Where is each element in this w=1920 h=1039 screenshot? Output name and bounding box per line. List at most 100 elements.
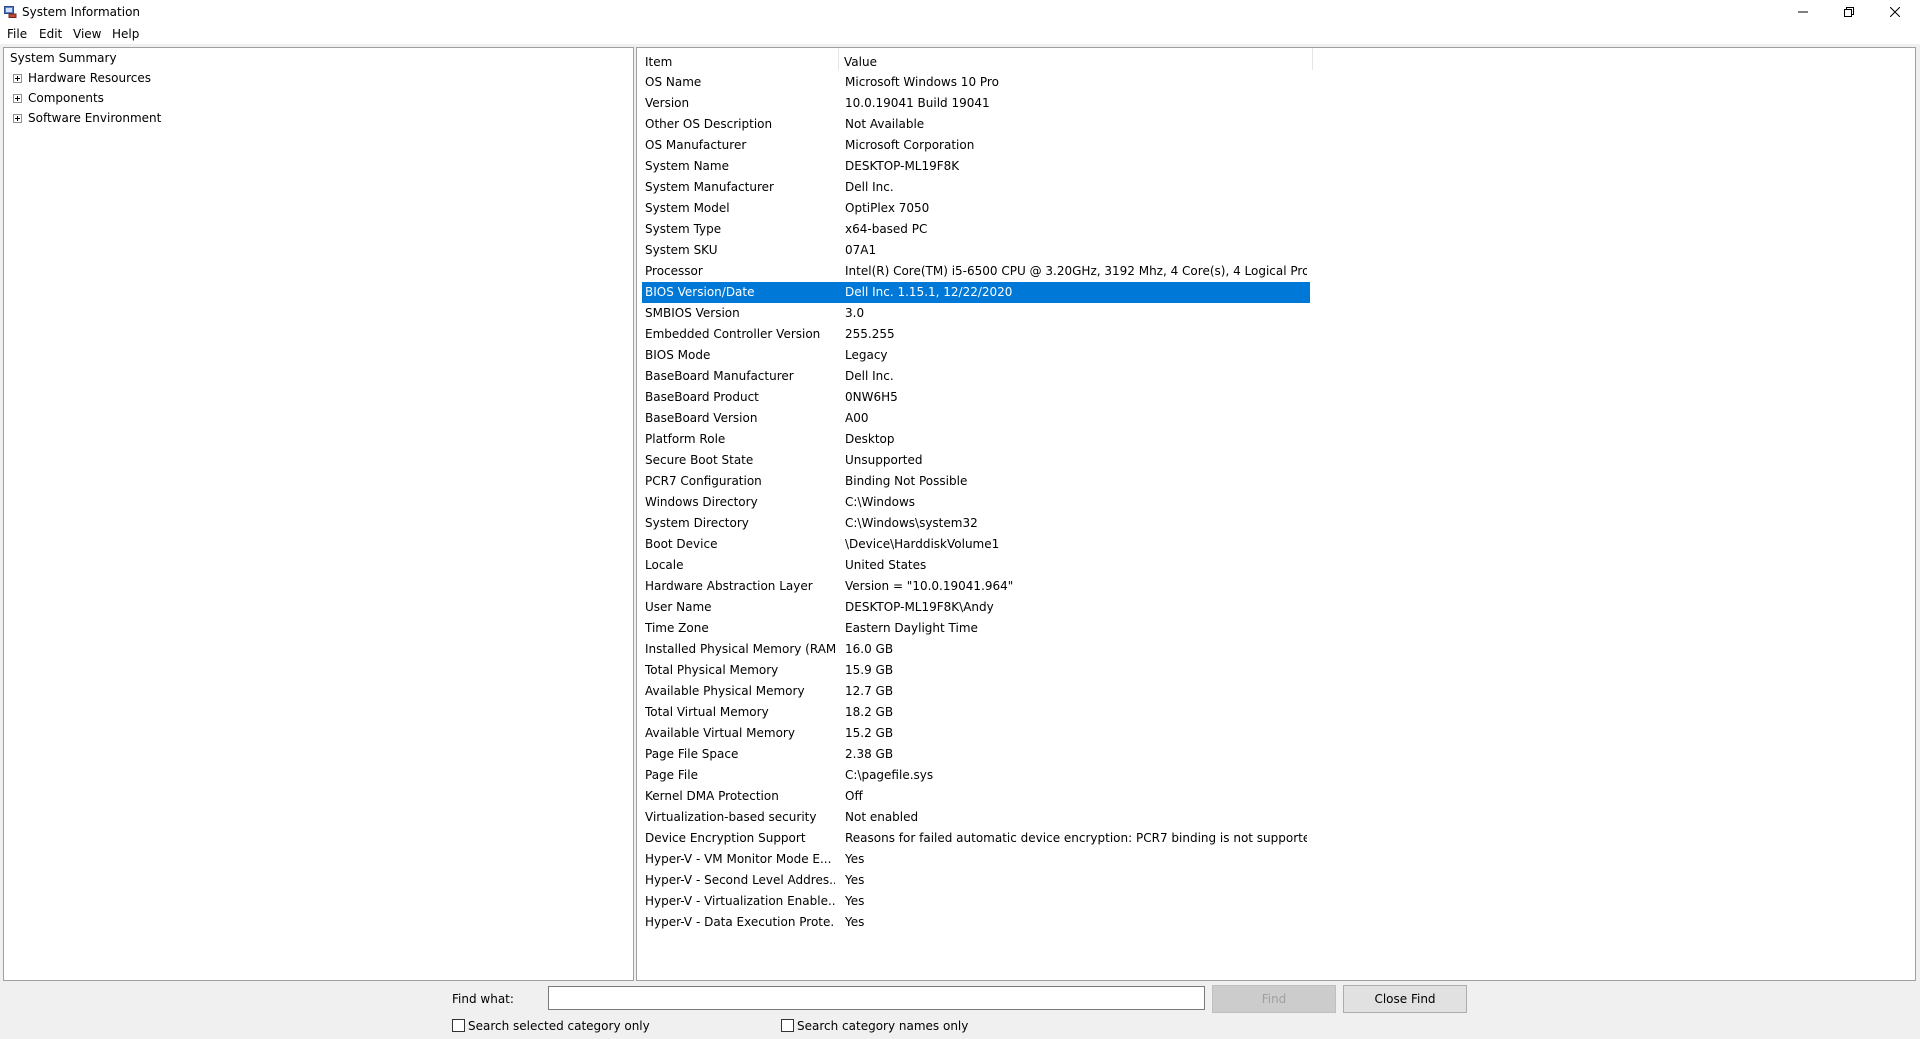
table-row[interactable]: Total Virtual Memory 18.2 GB <box>642 702 1310 723</box>
search-selected-category-checkbox[interactable] <box>452 1019 465 1032</box>
table-row[interactable]: Platform Role Desktop <box>642 429 1310 450</box>
table-row[interactable]: Kernel DMA Protection Off <box>642 786 1310 807</box>
menu-help[interactable]: Help <box>112 27 139 41</box>
close-find-button[interactable]: Close Find <box>1343 985 1467 1013</box>
column-divider[interactable] <box>838 48 839 70</box>
category-tree[interactable]: System Summary Hardware Resources Compon… <box>3 47 634 981</box>
table-row[interactable]: Hardware Abstraction Layer Version = "10.… <box>642 576 1310 597</box>
table-row[interactable]: Time Zone Eastern Daylight Time <box>642 618 1310 639</box>
table-row[interactable]: SMBIOS Version 3.0 <box>642 303 1310 324</box>
menu-bar: File Edit View Help <box>0 24 1920 44</box>
table-row[interactable]: BaseBoard Version A00 <box>642 408 1310 429</box>
expand-icon[interactable] <box>13 74 22 83</box>
table-row[interactable]: System SKU 07A1 <box>642 240 1310 261</box>
table-row[interactable]: Available Physical Memory 12.7 GB <box>642 681 1310 702</box>
table-row[interactable]: Boot Device \Device\HarddiskVolume1 <box>642 534 1310 555</box>
table-row[interactable]: BIOS Mode Legacy <box>642 345 1310 366</box>
table-row[interactable]: System Model OptiPlex 7050 <box>642 198 1310 219</box>
find-what-input[interactable] <box>548 986 1205 1010</box>
value-cell: 16.0 GB <box>845 642 894 656</box>
table-row[interactable]: User Name DESKTOP-ML19F8K\Andy <box>642 597 1310 618</box>
restore-icon <box>1844 7 1854 17</box>
item-cell: Windows Directory <box>645 495 758 509</box>
table-row[interactable]: Page File Space 2.38 GB <box>642 744 1310 765</box>
table-row[interactable]: Hyper-V - VM Monitor Mode E... Yes <box>642 849 1310 870</box>
table-row[interactable]: System Name DESKTOP-ML19F8K <box>642 156 1310 177</box>
search-selected-category-label[interactable]: Search selected category only <box>468 1019 650 1033</box>
item-cell: Boot Device <box>645 537 718 551</box>
value-cell: C:\Windows <box>845 495 916 509</box>
table-row[interactable]: Page File C:\pagefile.sys <box>642 765 1310 786</box>
value-cell: Dell Inc. <box>845 180 894 194</box>
item-cell: Available Physical Memory <box>645 684 805 698</box>
column-header-value[interactable]: Value <box>844 55 877 69</box>
table-row[interactable]: BaseBoard Product 0NW6H5 <box>642 387 1310 408</box>
table-row[interactable]: Device Encryption Support Reasons for fai… <box>642 828 1310 849</box>
table-row[interactable]: System Directory C:\Windows\system32 <box>642 513 1310 534</box>
table-row[interactable]: Available Virtual Memory 15.2 GB <box>642 723 1310 744</box>
table-row[interactable]: Hyper-V - Data Execution Prote... Yes <box>642 912 1310 933</box>
item-cell: System Name <box>645 159 729 173</box>
table-row[interactable]: Embedded Controller Version 255.255 <box>642 324 1310 345</box>
tree-item-system-summary[interactable]: System Summary <box>10 51 117 65</box>
item-cell: Hyper-V - Data Execution Prote... <box>645 915 835 929</box>
table-row[interactable]: System Type x64-based PC <box>642 219 1310 240</box>
menu-edit[interactable]: Edit <box>39 27 62 41</box>
table-row[interactable]: Hyper-V - Virtualization Enable... Yes <box>642 891 1310 912</box>
tree-item-components[interactable]: Components <box>13 91 213 107</box>
item-cell: Processor <box>645 264 703 278</box>
close-button[interactable] <box>1872 0 1918 24</box>
table-row[interactable]: Other OS Description Not Available <box>642 114 1310 135</box>
tree-item-label: Software Environment <box>28 111 162 125</box>
item-cell: System Manufacturer <box>645 180 774 194</box>
find-button[interactable]: Find <box>1212 985 1336 1013</box>
restore-button[interactable] <box>1826 0 1872 24</box>
item-cell: Hardware Abstraction Layer <box>645 579 813 593</box>
table-row[interactable]: PCR7 Configuration Binding Not Possible <box>642 471 1310 492</box>
column-header-item[interactable]: Item <box>645 55 672 69</box>
details-list[interactable]: Item Value OS Name Microsoft Windows 10 P… <box>636 47 1916 981</box>
item-cell: OS Manufacturer <box>645 138 747 152</box>
search-category-names-checkbox[interactable] <box>781 1019 794 1032</box>
table-row[interactable]: BIOS Version/Date Dell Inc. 1.15.1, 12/22… <box>642 282 1310 303</box>
value-cell: Unsupported <box>845 453 923 467</box>
value-cell: Desktop <box>845 432 895 446</box>
table-row[interactable]: Secure Boot State Unsupported <box>642 450 1310 471</box>
item-cell: Platform Role <box>645 432 726 446</box>
table-row[interactable]: Installed Physical Memory (RAM) 16.0 GB <box>642 639 1310 660</box>
table-row[interactable]: BaseBoard Manufacturer Dell Inc. <box>642 366 1310 387</box>
item-cell: System Directory <box>645 516 749 530</box>
value-cell: 255.255 <box>845 327 895 341</box>
tree-item-software-environment[interactable]: Software Environment <box>13 111 213 127</box>
expand-icon[interactable] <box>13 114 22 123</box>
table-row[interactable]: Version 10.0.19041 Build 19041 <box>642 93 1310 114</box>
table-row[interactable]: Virtualization-based security Not enabled <box>642 807 1310 828</box>
value-cell: 0NW6H5 <box>845 390 898 404</box>
table-row[interactable]: System Manufacturer Dell Inc. <box>642 177 1310 198</box>
item-cell: Virtualization-based security <box>645 810 817 824</box>
item-cell: Total Virtual Memory <box>645 705 769 719</box>
item-cell: Hyper-V - Virtualization Enable... <box>645 894 835 908</box>
table-row[interactable]: Processor Intel(R) Core(TM) i5-6500 CPU @… <box>642 261 1310 282</box>
value-cell: 15.2 GB <box>845 726 894 740</box>
value-cell: Not Available <box>845 117 925 131</box>
tree-item-hardware-resources[interactable]: Hardware Resources <box>13 71 213 87</box>
column-divider[interactable] <box>1312 48 1313 70</box>
value-cell: A00 <box>845 411 869 425</box>
minimize-button[interactable] <box>1780 0 1826 24</box>
menu-file[interactable]: File <box>7 27 27 41</box>
table-row[interactable]: Windows Directory C:\Windows <box>642 492 1310 513</box>
value-cell: Reasons for failed automatic device encr… <box>845 831 1307 845</box>
item-cell: PCR7 Configuration <box>645 474 762 488</box>
value-cell: Microsoft Corporation <box>845 138 975 152</box>
table-row[interactable]: OS Name Microsoft Windows 10 Pro <box>642 72 1310 93</box>
item-cell: Hyper-V - VM Monitor Mode E... <box>645 852 832 866</box>
table-row[interactable]: Total Physical Memory 15.9 GB <box>642 660 1310 681</box>
expand-icon[interactable] <box>13 94 22 103</box>
menu-view[interactable]: View <box>73 27 101 41</box>
table-row[interactable]: Hyper-V - Second Level Addres... Yes <box>642 870 1310 891</box>
table-row[interactable]: OS Manufacturer Microsoft Corporation <box>642 135 1310 156</box>
table-row[interactable]: Locale United States <box>642 555 1310 576</box>
item-cell: OS Name <box>645 75 702 89</box>
search-category-names-label[interactable]: Search category names only <box>797 1019 968 1033</box>
